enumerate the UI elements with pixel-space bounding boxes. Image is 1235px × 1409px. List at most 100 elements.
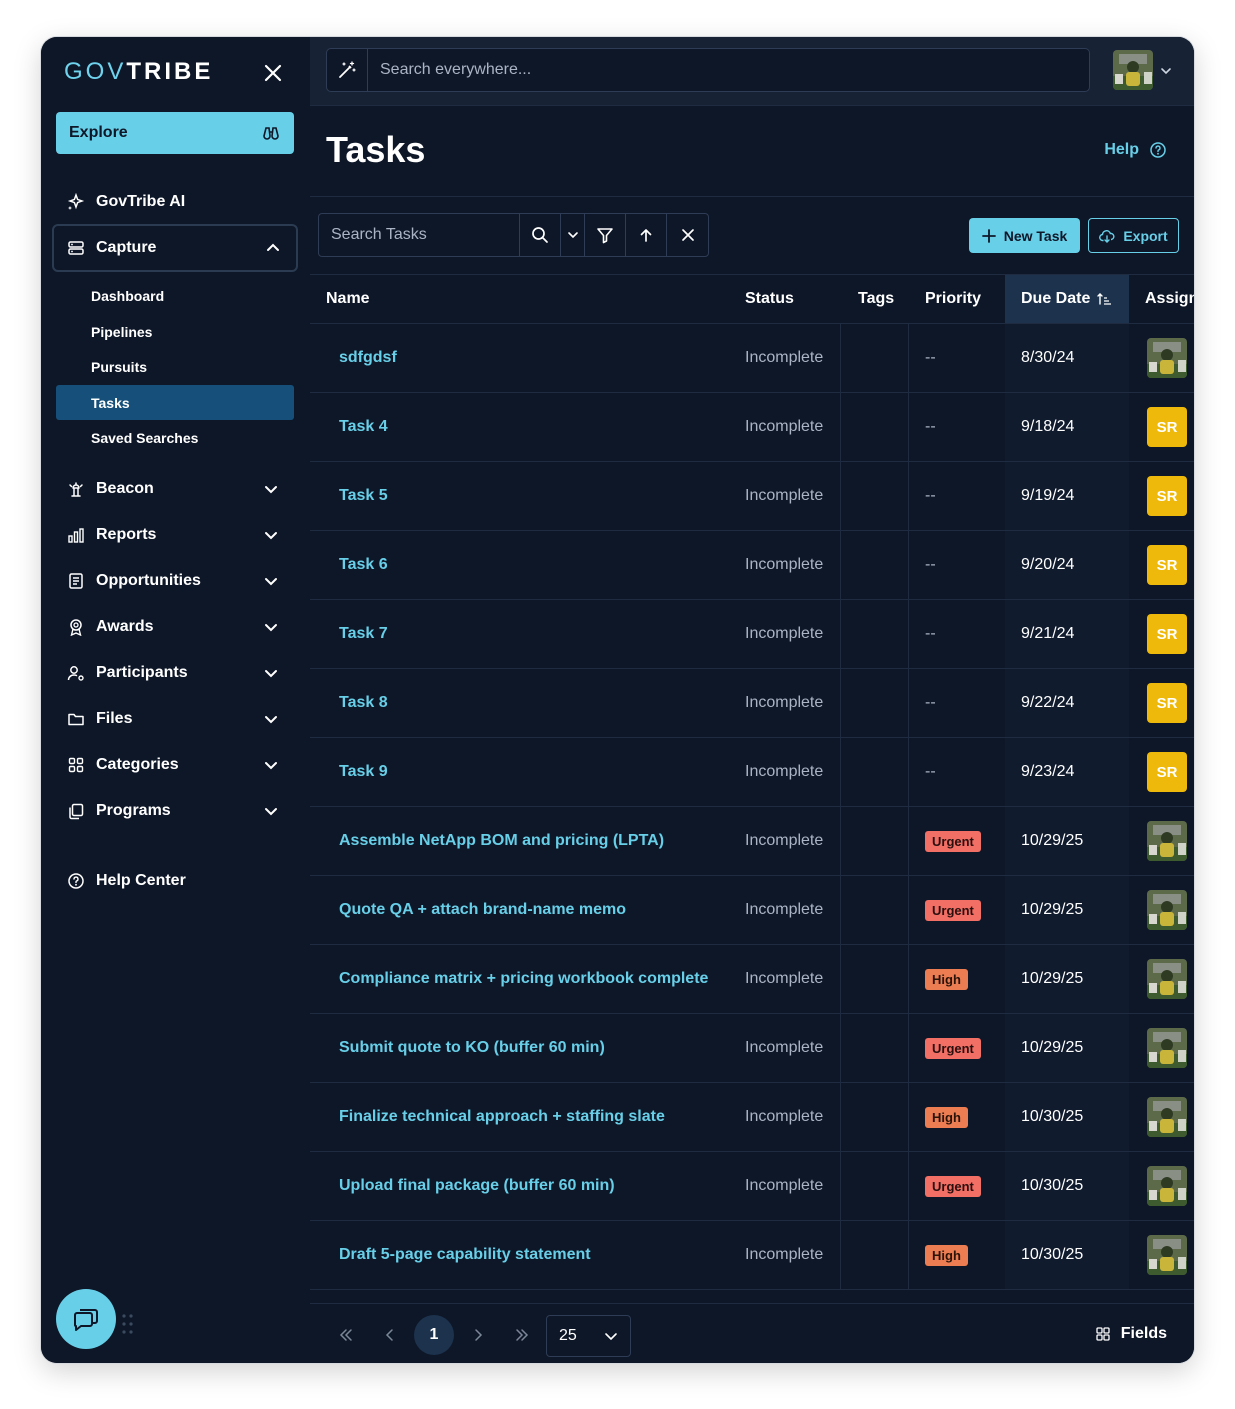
help-link[interactable]: Help [1104, 141, 1167, 159]
folder-icon [66, 709, 86, 729]
sidebar-item-reports[interactable]: Reports [56, 515, 294, 555]
plus-icon [981, 228, 996, 243]
column-header-tags[interactable]: Tags [858, 275, 894, 323]
column-header-assignee[interactable]: Assign [1145, 275, 1194, 323]
table-row[interactable]: Draft 5-page capability statement Incompl… [310, 1221, 1194, 1290]
assignee-avatar[interactable] [1147, 1097, 1187, 1137]
explore-button[interactable]: Explore [56, 112, 294, 154]
assignee-initials-avatar[interactable]: SR [1147, 614, 1187, 654]
task-status: Incomplete [745, 487, 824, 504]
table-row[interactable]: Task 8 Incomplete -- 9/22/24 SR [310, 669, 1194, 738]
column-divider [840, 807, 841, 875]
column-header-priority[interactable]: Priority [925, 275, 981, 323]
search-button[interactable] [520, 214, 561, 256]
page-button-current[interactable]: 1 [414, 1315, 454, 1355]
sidebar-item-opportunities[interactable]: Opportunities [56, 561, 294, 601]
assignee-initials-avatar[interactable]: SR [1147, 545, 1187, 585]
table-row[interactable]: Finalize technical approach + staffing s… [310, 1083, 1194, 1152]
sidebar-item-pursuits[interactable]: Pursuits [56, 349, 294, 384]
column-header-name[interactable]: Name [326, 275, 370, 323]
assignee-initials-avatar[interactable]: SR [1147, 752, 1187, 792]
bar-chart-icon [66, 525, 86, 545]
chat-button[interactable] [56, 1289, 116, 1349]
govtribe-logo[interactable]: GOVTRIBE [64, 57, 213, 87]
assignee-initials-avatar[interactable]: SR [1147, 683, 1187, 723]
task-name-link[interactable]: Finalize technical approach + staffing s… [339, 1083, 665, 1151]
task-name-link[interactable]: sdfgdsf [339, 324, 397, 392]
sidebar-item-programs[interactable]: Programs [56, 791, 294, 831]
last-page-button[interactable] [502, 1315, 542, 1355]
sidebar-item-beacon[interactable]: Beacon [56, 469, 294, 509]
column-header-due-date[interactable]: Due Date [1005, 275, 1129, 323]
assignee-avatar[interactable] [1147, 1235, 1187, 1275]
sidebar-item-pipelines[interactable]: Pipelines [56, 314, 294, 349]
fields-button[interactable]: Fields [1095, 1325, 1167, 1343]
table-row[interactable]: Task 4 Incomplete -- 9/18/24 SR [310, 393, 1194, 462]
task-name-link[interactable]: Task 7 [339, 600, 388, 668]
task-name-link[interactable]: Task 4 [339, 393, 388, 461]
sidebar-item-files[interactable]: Files [56, 699, 294, 739]
chevron-down-icon [265, 486, 277, 494]
table-row[interactable]: sdfgdsf Incomplete -- 8/30/24 [310, 324, 1194, 393]
drag-handle-icon[interactable] [121, 1313, 135, 1335]
assignee-avatar[interactable] [1147, 338, 1187, 378]
task-name-link[interactable]: Submit quote to KO (buffer 60 min) [339, 1014, 605, 1082]
sort-button[interactable] [626, 214, 667, 256]
clear-button[interactable] [667, 214, 708, 256]
search-tasks-input[interactable] [319, 214, 520, 256]
page-size-select[interactable]: 25 [546, 1315, 631, 1357]
user-avatar[interactable] [1113, 50, 1153, 90]
table-row[interactable]: Assemble NetApp BOM and pricing (LPTA) In… [310, 807, 1194, 876]
new-task-button[interactable]: New Task [969, 218, 1080, 253]
assignee-avatar[interactable] [1147, 821, 1187, 861]
sidebar-item-govtribe-ai[interactable]: GovTribe AI [56, 182, 294, 222]
task-name-link[interactable]: Task 6 [339, 531, 388, 599]
export-button[interactable]: Export [1088, 218, 1179, 253]
table-row[interactable]: Quote QA + attach brand-name memo Incompl… [310, 876, 1194, 945]
table-row[interactable]: Upload final package (buffer 60 min) Inco… [310, 1152, 1194, 1221]
column-divider [840, 669, 841, 737]
sidebar-item-capture[interactable]: Capture [52, 224, 298, 272]
prev-page-button[interactable] [370, 1315, 410, 1355]
assignee-avatar[interactable] [1147, 959, 1187, 999]
task-name-link[interactable]: Assemble NetApp BOM and pricing (LPTA) [339, 807, 664, 875]
priority-empty: -- [925, 556, 936, 573]
assignee-initials-avatar[interactable]: SR [1147, 476, 1187, 516]
filter-button[interactable] [585, 214, 626, 256]
priority-empty: -- [925, 487, 936, 504]
chevron-down-icon[interactable] [1160, 65, 1172, 77]
task-name-link[interactable]: Draft 5-page capability statement [339, 1221, 591, 1289]
next-page-button[interactable] [458, 1315, 498, 1355]
task-name-link[interactable]: Compliance matrix + pricing workbook com… [339, 945, 708, 1013]
close-sidebar-icon[interactable] [260, 60, 286, 86]
sidebar-item-dashboard[interactable]: Dashboard [56, 278, 294, 313]
task-name-link[interactable]: Task 9 [339, 738, 388, 806]
magic-wand-icon[interactable] [327, 49, 368, 91]
task-name-link[interactable]: Task 5 [339, 462, 388, 530]
assignee-initials-avatar[interactable]: SR [1147, 407, 1187, 447]
task-name-link[interactable]: Quote QA + attach brand-name memo [339, 876, 626, 944]
task-name-link[interactable]: Task 8 [339, 669, 388, 737]
assignee-avatar[interactable] [1147, 1166, 1187, 1206]
search-options-dropdown[interactable] [561, 214, 585, 256]
table-row[interactable]: Task 9 Incomplete -- 9/23/24 SR [310, 738, 1194, 807]
table-row[interactable]: Submit quote to KO (buffer 60 min) Incomp… [310, 1014, 1194, 1083]
global-search-input[interactable] [368, 49, 1089, 91]
task-name-link[interactable]: Upload final package (buffer 60 min) [339, 1152, 615, 1220]
table-row[interactable]: Task 6 Incomplete -- 9/20/24 SR [310, 531, 1194, 600]
sidebar-item-participants[interactable]: Participants [56, 653, 294, 693]
sidebar-item-help-center[interactable]: Help Center [56, 861, 294, 901]
table-row[interactable]: Compliance matrix + pricing workbook com… [310, 945, 1194, 1014]
assignee-avatar[interactable] [1147, 1028, 1187, 1068]
assignee-avatar[interactable] [1147, 890, 1187, 930]
sidebar-item-saved-searches[interactable]: Saved Searches [56, 420, 294, 455]
sidebar-item-awards[interactable]: Awards [56, 607, 294, 647]
table-row[interactable]: Task 5 Incomplete -- 9/19/24 SR [310, 462, 1194, 531]
column-divider [840, 945, 841, 1013]
sidebar-item-categories[interactable]: Categories [56, 745, 294, 785]
sidebar-item-tasks[interactable]: Tasks [56, 385, 294, 420]
table-row[interactable]: Task 7 Incomplete -- 9/21/24 SR [310, 600, 1194, 669]
column-header-status[interactable]: Status [745, 275, 794, 323]
first-page-button[interactable] [326, 1315, 366, 1355]
header-divider [310, 196, 1194, 197]
